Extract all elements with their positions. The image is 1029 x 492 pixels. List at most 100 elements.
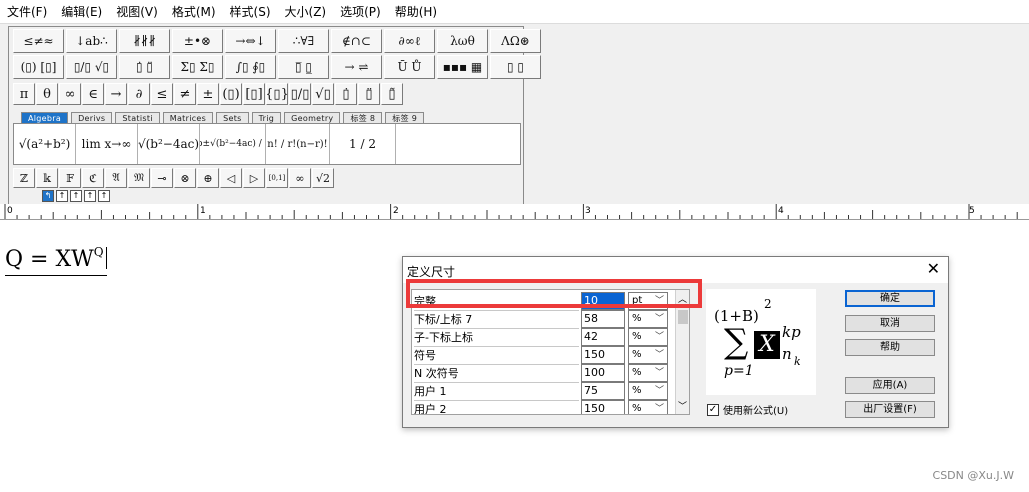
preview-selected-var: X <box>754 331 780 359</box>
chevron-down-icon: ﹀ <box>654 386 664 396</box>
fraktur-m-button[interactable]: 𝔐 <box>128 168 150 188</box>
relations-palette-button[interactable]: ≤≠≈ <box>13 29 64 53</box>
equation-superscript: Q <box>93 245 104 259</box>
sets-palette-button[interactable]: ∉∩⊂ <box>331 29 382 53</box>
size-value-sub-symbol-input[interactable]: 100 <box>581 364 625 382</box>
less-equal-button[interactable]: ≤ <box>151 83 173 105</box>
size-unit-sub-subscript-select[interactable]: % ﹀ <box>628 328 668 346</box>
theta-button[interactable]: θ <box>36 83 58 105</box>
nav-up-2-icon[interactable]: ↑ <box>70 190 82 202</box>
size-unit-full-select[interactable]: pt ﹀ <box>628 292 668 310</box>
field-k-button[interactable]: 𝕜 <box>36 168 58 188</box>
template-pythagorean[interactable]: √(a²+b²) <box>14 124 76 164</box>
template-limit[interactable]: lim x→∞ <box>76 124 138 164</box>
element-of-button[interactable]: ∈ <box>82 83 104 105</box>
use-new-formula-checkbox[interactable]: ✓ 使用新公式(U) <box>707 402 788 417</box>
circled-plus-button[interactable]: ⊕ <box>197 168 219 188</box>
menu-format[interactable]: 格式(M) <box>165 0 223 24</box>
size-value-full-input[interactable]: 10 <box>581 292 625 310</box>
nav-home-icon[interactable]: ↰ <box>42 190 54 202</box>
close-icon[interactable]: ✕ <box>927 261 940 277</box>
matrix-template-button[interactable]: ▪▪▪ ▦ <box>437 55 488 79</box>
arrows-palette-button[interactable]: →⇔↓ <box>225 29 276 53</box>
pi-button[interactable]: π <box>13 83 35 105</box>
tilde-accent-button[interactable]: ▯̃ <box>381 83 403 105</box>
fraktur-c-button[interactable]: ℭ <box>82 168 104 188</box>
fraction-button[interactable]: ▯/▯ <box>289 83 311 105</box>
menu-file[interactable]: 文件(F) <box>0 0 54 24</box>
logic-palette-button[interactable]: ∴∀∃ <box>278 29 329 53</box>
size-value-sub-subscript-input[interactable]: 42 <box>581 328 625 346</box>
circled-times-button[interactable]: ⊗ <box>174 168 196 188</box>
nav-up-4-icon[interactable]: ↑ <box>98 190 110 202</box>
template-discriminant[interactable]: √(b²−4ac) <box>138 124 200 164</box>
infinity-button[interactable]: ∞ <box>59 83 81 105</box>
template-quadratic-formula[interactable]: −b±√(b²−4ac) / 2a <box>200 124 266 164</box>
help-button[interactable]: 帮助 <box>845 339 935 356</box>
cancel-button[interactable]: 取消 <box>845 315 935 332</box>
box-template-button[interactable]: ▯ ▯ <box>490 55 541 79</box>
size-value-user-2-input[interactable]: 150 <box>581 400 625 414</box>
template-combination[interactable]: n! / r!(n−r)! <box>266 124 330 164</box>
apply-button[interactable]: 应用(A) <box>845 377 935 394</box>
size-value-user-1-input[interactable]: 75 <box>581 382 625 400</box>
scroll-thumb[interactable] <box>678 310 688 324</box>
braces-button[interactable]: {▯} <box>266 83 288 105</box>
size-unit-sub-symbol-select[interactable]: % ﹀ <box>628 364 668 382</box>
dot-accent-button[interactable]: ▯̇ <box>335 83 357 105</box>
ok-button[interactable]: 确定 <box>845 290 935 307</box>
menu-edit[interactable]: 编辑(E) <box>54 0 109 24</box>
embellishments-palette-button[interactable]: ∦∦∦ <box>119 29 170 53</box>
equation[interactable]: Q = XWQ <box>5 238 107 276</box>
not-equal-button[interactable]: ≠ <box>174 83 196 105</box>
double-dot-accent-button[interactable]: ▯̈ <box>358 83 380 105</box>
subscript-template-button[interactable]: ▯̇ ▯̈ <box>119 55 170 79</box>
template-one-half[interactable]: 1 / 2 <box>330 124 396 164</box>
menu-style[interactable]: 样式(S) <box>223 0 278 24</box>
menu-options[interactable]: 选项(P) <box>333 0 388 24</box>
parentheses-button[interactable]: (▯) <box>220 83 242 105</box>
integral-template-button[interactable]: ∫▯ ∮▯ <box>225 55 276 79</box>
fraktur-a-button[interactable]: 𝔄 <box>105 168 127 188</box>
greek-lower-palette-button[interactable]: λωθ <box>437 29 488 53</box>
left-triangle-button[interactable]: ◁ <box>220 168 242 188</box>
bar-template-button[interactable]: ▯̅ ▯̲ <box>278 55 329 79</box>
labeled-arrow-template-button[interactable]: → ⇌ <box>331 55 382 79</box>
scroll-down-icon[interactable]: ﹀ <box>678 399 687 412</box>
scroll-up-icon[interactable]: ︿ <box>678 292 687 305</box>
size-unit-subscript-select[interactable]: % ﹀ <box>628 310 668 328</box>
misc-palette-button[interactable]: ∂∞ℓ <box>384 29 435 53</box>
integers-symbol-button[interactable]: ℤ <box>13 168 35 188</box>
plus-minus-button[interactable]: ± <box>197 83 219 105</box>
menu-size[interactable]: 大小(Z) <box>278 0 334 24</box>
brackets-button[interactable]: [▯] <box>243 83 265 105</box>
right-arrow-button[interactable]: → <box>105 83 127 105</box>
greek-upper-palette-button[interactable]: ΛΩ⊛ <box>490 29 541 53</box>
fences-template-button[interactable]: (▯) [▯] <box>13 55 64 79</box>
multimap-button[interactable]: ⊸ <box>151 168 173 188</box>
size-unit-user-2-select[interactable]: % ﹀ <box>628 400 668 414</box>
nav-up-1-icon[interactable]: ↑ <box>56 190 68 202</box>
size-value-symbol-input[interactable]: 150 <box>581 346 625 364</box>
size-unit-symbol-select[interactable]: % ﹀ <box>628 346 668 364</box>
size-value-subscript-input[interactable]: 58 <box>581 310 625 328</box>
menu-help[interactable]: 帮助(H) <box>388 0 444 24</box>
menu-view[interactable]: 视图(V) <box>109 0 165 24</box>
size-unit-user-1-select[interactable]: % ﹀ <box>628 382 668 400</box>
partial-button[interactable]: ∂ <box>128 83 150 105</box>
nav-up-3-icon[interactable]: ↑ <box>84 190 96 202</box>
right-triangle-button[interactable]: ▷ <box>243 168 265 188</box>
field-f-button[interactable]: 𝔽 <box>59 168 81 188</box>
spaces-palette-button[interactable]: ↓ab∴ <box>66 29 117 53</box>
sqrt-two-button[interactable]: √2 <box>312 168 334 188</box>
infinity-small-button[interactable]: ∞ <box>289 168 311 188</box>
radical-button[interactable]: √▯ <box>312 83 334 105</box>
checkbox-check-icon[interactable]: ✓ <box>707 403 719 416</box>
factory-settings-button[interactable]: 出厂设置(F) <box>845 401 935 418</box>
products-template-button[interactable]: Ū Ů <box>384 55 435 79</box>
interval-button[interactable]: [0,1] <box>266 168 288 188</box>
operators-palette-button[interactable]: ±•⊗ <box>172 29 223 53</box>
size-list-scrollbar[interactable]: ︿ ﹀ <box>675 290 689 414</box>
fraction-radical-template-button[interactable]: ▯/▯ √▯ <box>66 55 117 79</box>
summation-template-button[interactable]: Σ▯ Σ▯ <box>172 55 223 79</box>
